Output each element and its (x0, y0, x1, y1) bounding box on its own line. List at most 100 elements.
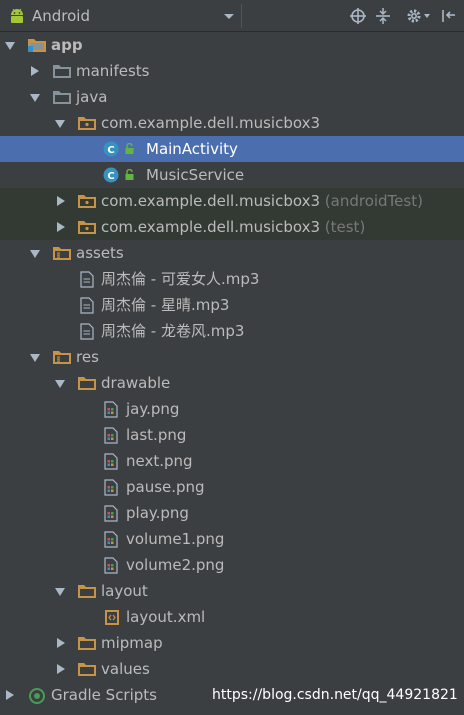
tree-node-main-activity[interactable]: C MainActivity (0, 136, 464, 162)
folder-icon (78, 663, 96, 676)
project-toolbar: Android (0, 0, 464, 32)
expand-arrow-icon[interactable] (30, 354, 40, 362)
image-file-icon (104, 427, 118, 444)
tree-node-music-service[interactable]: C MusicService (0, 162, 464, 188)
file-icon (80, 323, 94, 340)
gear-dropdown-icon[interactable] (424, 14, 430, 18)
module-folder-icon (28, 39, 46, 52)
tree-label: drawable (101, 374, 171, 392)
xml-file-icon (105, 610, 119, 625)
hide-icon[interactable] (440, 7, 458, 25)
package-folder-icon (78, 117, 96, 130)
tree-label: last.png (126, 426, 187, 444)
tree-node-xml-file[interactable]: layout.xml (0, 604, 464, 630)
tree-label: layout (101, 582, 148, 600)
tree-node-image-file[interactable]: volume1.png (0, 526, 464, 552)
package-folder-icon (78, 221, 96, 234)
tree-node-package[interactable]: com.example.dell.musicbox3 (0, 110, 464, 136)
gradle-icon (29, 688, 45, 704)
tree-node-image-file[interactable]: volume2.png (0, 552, 464, 578)
folder-icon (78, 585, 96, 598)
expand-arrow-icon[interactable] (5, 42, 15, 50)
tree-label: com.example.dell.musicbox3 (androidTest) (101, 192, 423, 210)
tree-node-mipmap[interactable]: mipmap (0, 630, 464, 656)
tree-label: pause.png (126, 478, 205, 496)
package-folder-icon (78, 195, 96, 208)
tree-label: volume1.png (126, 530, 225, 548)
chevron-down-icon[interactable] (224, 14, 234, 19)
tree-label-suffix: (androidTest) (324, 192, 423, 210)
tree-label: play.png (126, 504, 189, 522)
tree-label: values (101, 660, 150, 678)
tree-node-file[interactable]: 周杰倫 - 星晴.mp3 (0, 292, 464, 318)
toolbar-divider (241, 4, 242, 28)
image-file-icon (104, 479, 118, 496)
collapse-icon[interactable] (374, 7, 392, 25)
tree-label: java (76, 88, 108, 106)
expand-arrow-icon[interactable] (55, 380, 65, 388)
resource-folder-icon (53, 247, 71, 260)
tree-node-file[interactable]: 周杰倫 - 龙卷风.mp3 (0, 318, 464, 344)
expand-arrow-icon[interactable] (57, 638, 65, 648)
tree-label: MusicService (146, 166, 245, 184)
tree-node-file[interactable]: 周杰倫 - 可爱女人.mp3 (0, 266, 464, 292)
tree-node-image-file[interactable]: next.png (0, 448, 464, 474)
tree-label: Gradle Scripts (51, 686, 157, 704)
svg-text:C: C (107, 171, 114, 182)
tree-node-package-android-test[interactable]: com.example.dell.musicbox3 (androidTest) (0, 188, 464, 214)
tree-label: assets (76, 244, 124, 262)
expand-arrow-icon[interactable] (30, 94, 40, 102)
target-icon[interactable] (349, 7, 367, 25)
expand-arrow-icon[interactable] (6, 690, 14, 700)
expand-arrow-icon[interactable] (57, 222, 65, 232)
image-file-icon (104, 453, 118, 470)
class-icon: C (103, 141, 119, 157)
tree-label: app (51, 36, 83, 54)
tree-node-image-file[interactable]: pause.png (0, 474, 464, 500)
tree-node-app[interactable]: app (0, 32, 464, 58)
tree-node-image-file[interactable]: play.png (0, 500, 464, 526)
tree-label: 周杰倫 - 可爱女人.mp3 (101, 270, 260, 288)
expand-arrow-icon[interactable] (57, 664, 65, 674)
tree-label: 周杰倫 - 龙卷风.mp3 (101, 322, 245, 340)
image-file-icon (104, 401, 118, 418)
tree-label: MainActivity (146, 140, 238, 158)
lock-icon (125, 143, 134, 154)
resource-folder-icon (53, 351, 71, 364)
folder-icon (78, 637, 96, 650)
tree-label: com.example.dell.musicbox3 (test) (101, 218, 366, 236)
expand-arrow-icon[interactable] (55, 588, 65, 596)
image-file-icon (104, 505, 118, 522)
tree-node-manifests[interactable]: manifests (0, 58, 464, 84)
tree-node-gradle-scripts[interactable]: Gradle Scripts https://blog.csdn.net/qq_… (0, 682, 464, 708)
file-icon (80, 271, 94, 288)
lock-icon (125, 169, 134, 180)
tree-node-values[interactable]: values (0, 656, 464, 682)
expand-arrow-icon[interactable] (57, 196, 65, 206)
tree-node-layout[interactable]: layout (0, 578, 464, 604)
expand-arrow-icon[interactable] (30, 250, 40, 258)
project-tree: app manifests java com.example.dell.musi… (0, 32, 464, 708)
image-file-icon (104, 557, 118, 574)
tree-label: mipmap (101, 634, 163, 652)
svg-text:C: C (107, 145, 114, 156)
tree-label: volume2.png (126, 556, 225, 574)
tree-label: manifests (76, 62, 150, 80)
tree-label: jay.png (126, 400, 180, 418)
watermark: https://blog.csdn.net/qq_44921821 (212, 687, 458, 703)
android-icon (11, 8, 23, 23)
tree-node-assets[interactable]: assets (0, 240, 464, 266)
tree-node-image-file[interactable]: jay.png (0, 396, 464, 422)
view-selector[interactable]: Android (32, 7, 90, 25)
gear-icon[interactable] (405, 7, 423, 25)
tree-node-drawable[interactable]: drawable (0, 370, 464, 396)
folder-icon (53, 65, 71, 78)
tree-label: com.example.dell.musicbox3 (101, 114, 320, 132)
expand-arrow-icon[interactable] (31, 66, 39, 76)
tree-node-image-file[interactable]: last.png (0, 422, 464, 448)
expand-arrow-icon[interactable] (55, 120, 65, 128)
tree-node-res[interactable]: res (0, 344, 464, 370)
tree-node-java[interactable]: java (0, 84, 464, 110)
tree-label: res (76, 348, 99, 366)
tree-node-package-test[interactable]: com.example.dell.musicbox3 (test) (0, 214, 464, 240)
